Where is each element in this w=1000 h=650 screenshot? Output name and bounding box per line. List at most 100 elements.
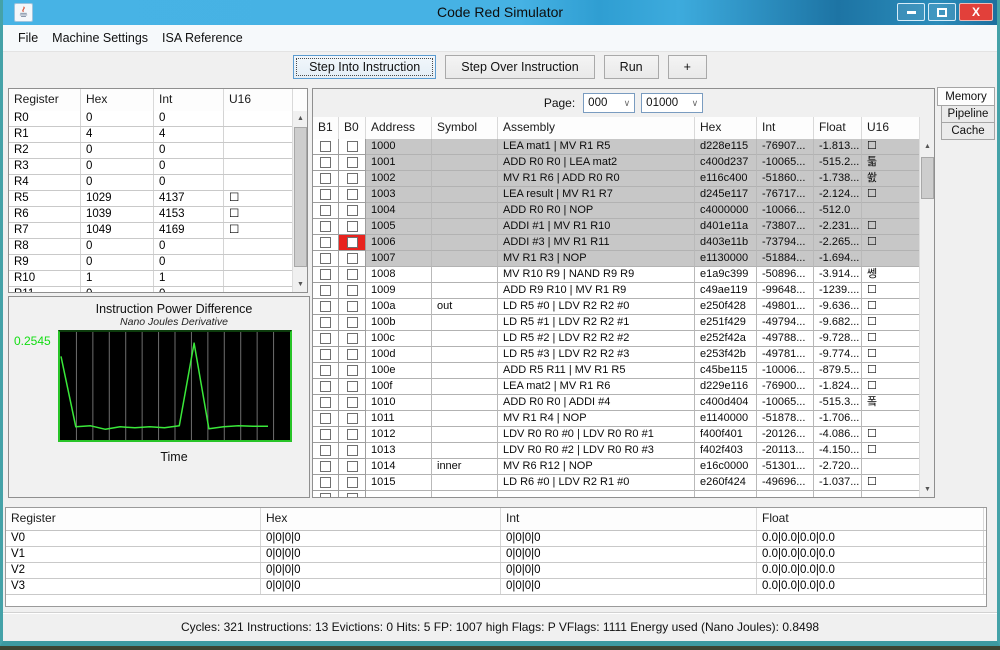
memory-row[interactable]: 100dLD R5 #3 | LDV R2 R2 #3e253f42b-4978… xyxy=(313,347,919,363)
b1-checkbox[interactable] xyxy=(320,269,331,280)
register-row[interactable]: R800 xyxy=(9,239,292,255)
b1-checkbox[interactable] xyxy=(320,205,331,216)
memory-row[interactable]: 1015LD R6 #0 | LDV R2 R1 #0e260f424-4969… xyxy=(313,475,919,491)
memory-row[interactable]: 1005ADDI #1 | MV R1 R10d401e11a-73807...… xyxy=(313,219,919,235)
memory-row[interactable]: 1006ADDI #3 | MV R1 R11d403e11b-73794...… xyxy=(313,235,919,251)
b1-checkbox[interactable] xyxy=(320,173,331,184)
scroll-up-icon[interactable]: ▲ xyxy=(293,111,308,126)
menu-machine-settings[interactable]: Machine Settings xyxy=(45,27,155,49)
memory-row[interactable]: 1000LEA mat1 | MV R1 R5d228e115-76907...… xyxy=(313,139,919,155)
memory-row[interactable]: 1014innerMV R6 R12 | NOPe16c0000-51301..… xyxy=(313,459,919,475)
b1-checkbox[interactable] xyxy=(320,493,331,497)
vector-register-row[interactable]: V10|0|0|00|0|0|00.0|0.0|0.0|0.0 xyxy=(6,547,986,563)
b0-checkbox[interactable] xyxy=(347,349,358,360)
register-row[interactable]: R610394153☐ xyxy=(9,207,292,223)
memory-row[interactable]: 1001ADD R0 R0 | LEA mat2c400d237-10065..… xyxy=(313,155,919,171)
memory-row[interactable] xyxy=(313,491,919,497)
b0-checkbox[interactable] xyxy=(347,269,358,280)
b1-checkbox[interactable] xyxy=(320,429,331,440)
memory-row[interactable]: 1008MV R10 R9 | NAND R9 R9e1a9c399-50896… xyxy=(313,267,919,283)
b0-checkbox[interactable] xyxy=(347,285,358,296)
b1-checkbox[interactable] xyxy=(320,221,331,232)
page-select-1[interactable]: 01000∨ xyxy=(641,93,703,113)
tab-cache[interactable]: Cache xyxy=(941,123,995,140)
page-select-0[interactable]: 000∨ xyxy=(583,93,635,113)
register-row[interactable]: R900 xyxy=(9,255,292,271)
scroll-down-icon[interactable]: ▼ xyxy=(293,277,308,292)
b0-checkbox[interactable] xyxy=(347,429,358,440)
b1-checkbox[interactable] xyxy=(320,189,331,200)
register-row[interactable]: R1100 xyxy=(9,287,292,292)
memory-row[interactable]: 1010ADD R0 R0 | ADDI #4c400d404-10065...… xyxy=(313,395,919,411)
b1-checkbox[interactable] xyxy=(320,397,331,408)
b1-checkbox[interactable] xyxy=(320,461,331,472)
memory-row[interactable]: 100cLD R5 #2 | LDV R2 R2 #2e252f42a-4978… xyxy=(313,331,919,347)
b1-checkbox[interactable] xyxy=(320,157,331,168)
register-row[interactable]: R200 xyxy=(9,143,292,159)
close-button[interactable]: X xyxy=(959,3,993,21)
b1-checkbox[interactable] xyxy=(320,413,331,424)
b0-checkbox[interactable] xyxy=(347,157,358,168)
memory-row[interactable]: 100aoutLD R5 #0 | LDV R2 R2 #0e250f428-4… xyxy=(313,299,919,315)
b1-checkbox[interactable] xyxy=(320,477,331,488)
b0-checkbox[interactable] xyxy=(347,253,358,264)
maximize-button[interactable] xyxy=(928,3,956,21)
b0-checkbox[interactable] xyxy=(347,317,358,328)
b1-checkbox[interactable] xyxy=(320,381,331,392)
memory-table-scrollbar[interactable]: ▲ ▼ xyxy=(919,117,934,497)
register-row[interactable]: R400 xyxy=(9,175,292,191)
b1-checkbox[interactable] xyxy=(320,317,331,328)
memory-row[interactable]: 1011MV R1 R4 | NOPe1140000-51878...-1.70… xyxy=(313,411,919,427)
register-row[interactable]: R710494169☐ xyxy=(9,223,292,239)
register-row[interactable]: R144 xyxy=(9,127,292,143)
vector-register-row[interactable]: V30|0|0|00|0|0|00.0|0.0|0.0|0.0 xyxy=(6,579,986,595)
b0-checkbox[interactable] xyxy=(347,381,358,392)
scroll-down-icon[interactable]: ▼ xyxy=(920,482,935,497)
b0-checkbox[interactable] xyxy=(347,205,358,216)
b0-checkbox[interactable] xyxy=(347,477,358,488)
menu-file[interactable]: File xyxy=(11,27,45,49)
item-button[interactable]: + xyxy=(668,55,707,79)
scroll-up-icon[interactable]: ▲ xyxy=(920,139,935,154)
register-row[interactable]: R300 xyxy=(9,159,292,175)
menu-isa-reference[interactable]: ISA Reference xyxy=(155,27,250,49)
b0-checkbox[interactable] xyxy=(347,445,358,456)
b0-checkbox[interactable] xyxy=(347,173,358,184)
register-row[interactable]: R510294137☐ xyxy=(9,191,292,207)
scrollbar-thumb[interactable] xyxy=(921,157,934,199)
b0-checkbox[interactable] xyxy=(347,237,358,248)
memory-row[interactable]: 100bLD R5 #1 | LDV R2 R2 #1e251f429-4979… xyxy=(313,315,919,331)
run-button[interactable]: Run xyxy=(604,55,659,79)
b1-checkbox[interactable] xyxy=(320,141,331,152)
step-over-instruction-button[interactable]: Step Over Instruction xyxy=(445,55,594,79)
memory-row[interactable]: 1003LEA result | MV R1 R7d245e117-76717.… xyxy=(313,187,919,203)
b0-checkbox[interactable] xyxy=(347,189,358,200)
scrollbar-thumb[interactable] xyxy=(294,127,307,267)
memory-row[interactable]: 100fLEA mat2 | MV R1 R6d229e116-76900...… xyxy=(313,379,919,395)
b0-checkbox[interactable] xyxy=(347,333,358,344)
register-table-scrollbar[interactable]: ▲ ▼ xyxy=(292,111,307,292)
memory-row[interactable]: 1012LDV R0 R0 #0 | LDV R0 R0 #1f400f401-… xyxy=(313,427,919,443)
b1-checkbox[interactable] xyxy=(320,285,331,296)
b0-checkbox[interactable] xyxy=(347,301,358,312)
memory-row[interactable]: 1002MV R1 R6 | ADD R0 R0e116c400-51860..… xyxy=(313,171,919,187)
tab-memory[interactable]: Memory xyxy=(937,87,995,106)
register-row[interactable]: R000 xyxy=(9,111,292,127)
b1-checkbox[interactable] xyxy=(320,349,331,360)
b1-checkbox[interactable] xyxy=(320,253,331,264)
b0-checkbox[interactable] xyxy=(347,493,358,497)
register-row[interactable]: R1011 xyxy=(9,271,292,287)
b1-checkbox[interactable] xyxy=(320,445,331,456)
tab-pipeline[interactable]: Pipeline xyxy=(941,106,995,123)
title-bar[interactable]: Code Red Simulator X xyxy=(3,0,997,25)
b0-checkbox[interactable] xyxy=(347,141,358,152)
vector-register-row[interactable]: V00|0|0|00|0|0|00.0|0.0|0.0|0.0 xyxy=(6,531,986,547)
memory-row[interactable]: 100eADD R5 R11 | MV R1 R5c45be115-10006.… xyxy=(313,363,919,379)
memory-row[interactable]: 1007MV R1 R3 | NOPe1130000-51884...-1.69… xyxy=(313,251,919,267)
minimize-button[interactable] xyxy=(897,3,925,21)
b1-checkbox[interactable] xyxy=(320,365,331,376)
b0-checkbox[interactable] xyxy=(347,397,358,408)
memory-row[interactable]: 1009ADD R9 R10 | MV R1 R9c49ae119-99648.… xyxy=(313,283,919,299)
b0-checkbox[interactable] xyxy=(347,461,358,472)
b1-checkbox[interactable] xyxy=(320,301,331,312)
